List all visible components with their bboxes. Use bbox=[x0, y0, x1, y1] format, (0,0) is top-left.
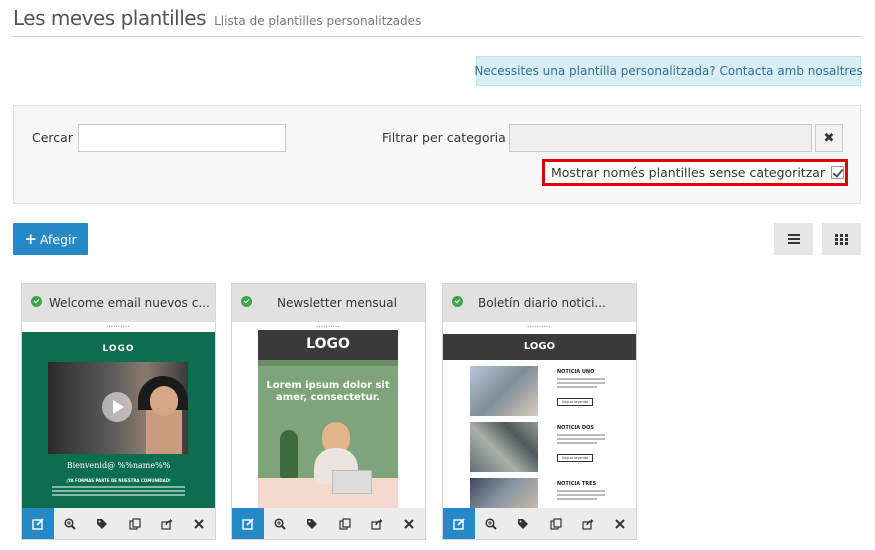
share-button[interactable] bbox=[572, 508, 604, 539]
thumb-logo: LOGO bbox=[306, 336, 350, 352]
edit-icon bbox=[242, 517, 254, 530]
thumb-read-more: Seguir leyendo bbox=[557, 398, 593, 406]
close-icon: ✖ bbox=[823, 130, 835, 146]
duplicate-button[interactable] bbox=[329, 508, 361, 539]
zoom-in-icon bbox=[274, 517, 286, 530]
filter-panel: Cercar Filtrar per categoria ✖ Mostrar n… bbox=[13, 105, 861, 204]
add-template-button[interactable]: + Afegir bbox=[13, 223, 88, 255]
duplicate-button[interactable] bbox=[540, 508, 572, 539]
edit-button[interactable] bbox=[232, 508, 265, 539]
clear-category-button[interactable]: ✖ bbox=[815, 124, 843, 152]
template-thumbnail[interactable]: •••••••••• LOGO NOTICIA UNO Seguir leyen… bbox=[443, 322, 636, 509]
share-icon bbox=[161, 518, 173, 530]
check-circle-icon bbox=[31, 296, 42, 307]
template-card-header: Welcome email nuevos c... bbox=[22, 284, 215, 322]
zoom-in-icon bbox=[485, 517, 497, 530]
uncategorized-label: Mostrar només plantilles sense categorit… bbox=[551, 165, 826, 180]
template-card[interactable]: Boletín diario notici... •••••••••• LOGO… bbox=[442, 283, 637, 540]
template-card[interactable]: Newsletter mensual •••••••••• LOGO Lorem… bbox=[231, 283, 426, 540]
page-subtitle: Llista de plantilles personalitzades bbox=[214, 14, 422, 28]
tag-button[interactable] bbox=[507, 508, 539, 539]
check-circle-icon bbox=[241, 296, 252, 307]
delete-button[interactable] bbox=[604, 508, 636, 539]
template-actions bbox=[232, 508, 425, 539]
template-card[interactable]: Welcome email nuevos c... •••••••••• LOG… bbox=[21, 283, 216, 540]
list-view-button[interactable] bbox=[774, 223, 813, 255]
template-thumbnail[interactable]: •••••••••• LOGO Bienvenid@ %%name%% ¡YA … bbox=[22, 322, 215, 509]
delete-button[interactable] bbox=[183, 508, 215, 539]
check-circle-icon bbox=[452, 296, 463, 307]
template-card-header: Newsletter mensual bbox=[232, 284, 425, 322]
search-label: Cercar bbox=[32, 130, 73, 145]
grid-view-button[interactable] bbox=[822, 223, 861, 255]
add-button-label: Afegir bbox=[39, 231, 77, 247]
template-actions bbox=[22, 508, 215, 539]
edit-button[interactable] bbox=[443, 508, 476, 539]
copy-icon bbox=[549, 517, 562, 530]
share-button[interactable] bbox=[361, 508, 393, 539]
tag-icon bbox=[97, 518, 108, 529]
edit-button[interactable] bbox=[22, 508, 55, 539]
template-name: Boletín diario notici... bbox=[478, 296, 606, 310]
delete-icon bbox=[615, 518, 625, 529]
copy-icon bbox=[128, 517, 141, 530]
tag-icon bbox=[307, 518, 318, 529]
thumb-read-more: Seguir leyendo bbox=[557, 454, 593, 462]
preview-button[interactable] bbox=[475, 508, 507, 539]
tag-icon bbox=[518, 518, 529, 529]
thumb-news-title: NOTICIA UNO bbox=[557, 369, 595, 375]
tag-button[interactable] bbox=[86, 508, 118, 539]
edit-icon bbox=[32, 517, 44, 530]
share-icon bbox=[371, 518, 383, 530]
thumb-news-title: NOTICIA TRES bbox=[557, 481, 597, 487]
delete-icon bbox=[404, 518, 414, 529]
duplicate-button[interactable] bbox=[119, 508, 151, 539]
share-button[interactable] bbox=[151, 508, 183, 539]
category-select[interactable] bbox=[509, 124, 812, 152]
grid-icon bbox=[835, 233, 848, 245]
template-card-header: Boletín diario notici... bbox=[443, 284, 636, 322]
page-title: Les meves plantilles bbox=[13, 6, 207, 30]
template-thumbnail[interactable]: •••••••••• LOGO Lorem ipsum dolor sit am… bbox=[232, 322, 425, 509]
uncategorized-checkbox[interactable] bbox=[831, 166, 845, 179]
custom-template-contact-link[interactable]: Necessites una plantilla personalitzada?… bbox=[474, 56, 863, 86]
thumb-news-title: NOTICIA DOS bbox=[557, 425, 594, 431]
share-icon bbox=[582, 518, 594, 530]
thumb-tagline: ¡YA FORMAS PARTE DE NUESTRA COMUNIDAD! bbox=[66, 478, 171, 483]
zoom-in-icon bbox=[64, 517, 76, 530]
uncategorized-filter[interactable]: Mostrar només plantilles sense categorit… bbox=[542, 159, 848, 186]
play-icon[interactable] bbox=[102, 392, 132, 422]
thumb-greeting: Bienvenid@ %%name%% bbox=[66, 461, 171, 470]
template-actions bbox=[443, 508, 636, 539]
thumb-headline: Lorem ipsum dolor sit amer, consectetur. bbox=[266, 380, 390, 403]
category-filter-label: Filtrar per categoria bbox=[382, 130, 506, 145]
thumb-logo: LOGO bbox=[102, 344, 135, 354]
edit-icon bbox=[453, 517, 465, 530]
tag-button[interactable] bbox=[296, 508, 328, 539]
template-name: Welcome email nuevos c... bbox=[49, 296, 210, 310]
preview-button[interactable] bbox=[264, 508, 296, 539]
thumb-logo: LOGO bbox=[523, 341, 556, 352]
search-input[interactable] bbox=[78, 124, 286, 152]
preview-button[interactable] bbox=[54, 508, 86, 539]
delete-button[interactable] bbox=[393, 508, 425, 539]
delete-icon bbox=[194, 518, 204, 529]
template-name: Newsletter mensual bbox=[277, 296, 397, 310]
list-icon bbox=[787, 234, 800, 244]
page-header: Les meves plantilles Llista de plantille… bbox=[13, 6, 861, 37]
plus-icon: + bbox=[24, 230, 37, 248]
copy-icon bbox=[338, 517, 351, 530]
